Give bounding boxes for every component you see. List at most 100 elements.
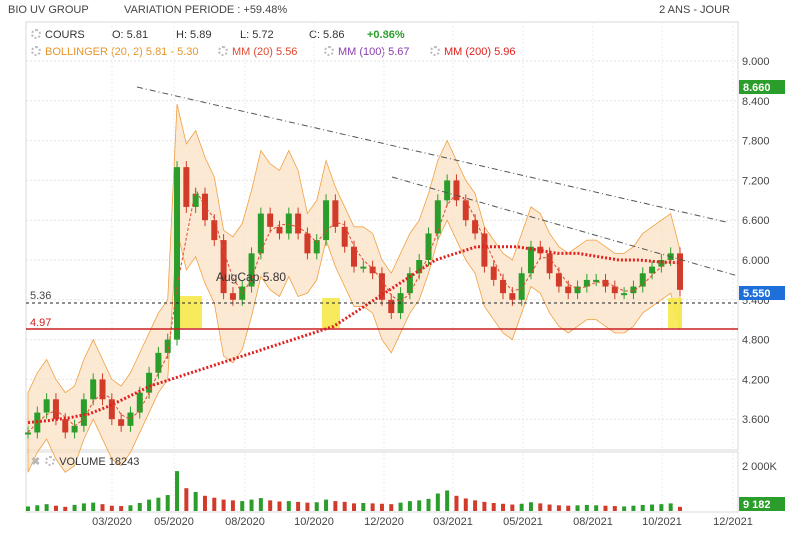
volume-bar (63, 506, 68, 511)
volume-bar (352, 503, 356, 511)
x-tick-label: 05/2020 (154, 516, 194, 528)
volume-bar (510, 504, 515, 511)
volume-bars (26, 471, 682, 511)
volume-bar (147, 499, 152, 511)
x-tick-label: 03/2020 (92, 516, 132, 528)
volume-bar (156, 497, 161, 511)
close-icon[interactable]: ✖ (31, 456, 40, 468)
volume-bar (389, 504, 394, 511)
volume-bar (668, 503, 673, 511)
candle-body (267, 213, 274, 227)
volume-bar (454, 495, 459, 511)
volume-bar (72, 504, 77, 511)
volume-bar (165, 495, 170, 511)
candle-body (639, 273, 646, 287)
candle-body (472, 220, 479, 234)
bollinger-band (27, 104, 681, 473)
candle-body (183, 167, 190, 207)
volume-bar (370, 503, 375, 511)
volume-bar (659, 504, 664, 511)
volume-bar (286, 501, 291, 511)
volume-bar (44, 504, 49, 511)
candle-body (527, 246, 534, 274)
volume-bar (519, 503, 524, 511)
candle-body (593, 279, 600, 282)
volume-bar (556, 505, 561, 511)
candle-body (490, 266, 497, 280)
volume-bar (212, 497, 217, 511)
candle-body (518, 273, 525, 300)
volume-bar (221, 499, 226, 511)
highlight-zone (180, 296, 202, 328)
candle-body (425, 233, 432, 260)
y-axis: 9.0008.4007.8007.2006.6006.0005.4004.800… (742, 56, 778, 473)
candle-body (555, 273, 562, 287)
candle-body (677, 253, 683, 290)
volume-bar (501, 503, 506, 511)
candle-body (127, 412, 134, 426)
candle-body (80, 399, 87, 426)
candle-body (481, 233, 488, 267)
candle-body (360, 266, 367, 269)
volume-bar (650, 504, 655, 511)
candle-body (211, 220, 218, 241)
x-tick-label: 08/2021 (573, 516, 613, 528)
volume-bar (240, 501, 245, 511)
volume-bar (342, 501, 347, 511)
candle-body (43, 399, 50, 413)
volume-bar (482, 501, 487, 511)
volume-bar (296, 501, 301, 511)
x-tick-label: 05/2021 (503, 516, 543, 528)
candle-body (71, 425, 78, 433)
y-tick-label: 6.600 (742, 215, 770, 227)
candle-body (565, 286, 572, 294)
y-tick-label: 3.600 (742, 414, 770, 426)
volume-bar (426, 498, 431, 511)
volume-bar (417, 500, 422, 511)
candle-body (257, 213, 264, 254)
volume-bar (594, 505, 599, 511)
x-tick-label: 10/2021 (642, 516, 682, 528)
candle-body (509, 293, 516, 300)
volume-bar (361, 503, 366, 511)
candle-body (174, 167, 181, 340)
volume-bar (678, 506, 682, 511)
volume-bar (100, 504, 105, 511)
candle-body (444, 180, 451, 201)
volume-bar (473, 500, 478, 511)
x-tick-label: 12/2021 (713, 516, 753, 528)
candle-body (52, 399, 59, 420)
last-price-label: 5.550 (743, 288, 771, 300)
candle-body (285, 213, 292, 234)
x-tick-label: 10/2020 (294, 516, 334, 528)
level-497-label: 4.97 (30, 317, 51, 329)
y-tick-label: 4.200 (742, 374, 770, 386)
y-tick-label: 7.200 (742, 175, 770, 187)
chart-svg[interactable]: 9.0008.4007.8007.2006.6006.0005.4004.800… (0, 0, 790, 534)
candle-body (649, 266, 656, 274)
y-tick-label: 4.800 (742, 335, 770, 347)
candle-body (229, 293, 236, 300)
gear-icon[interactable] (45, 456, 56, 466)
volume-bar (538, 503, 543, 511)
candle-body (62, 419, 69, 433)
volume-bar (81, 503, 86, 511)
volume-bar (230, 500, 235, 511)
volume-bar (193, 492, 198, 511)
candle-body (295, 213, 302, 234)
y-tick-label: 6.000 (742, 255, 770, 267)
volume-label: VOLUME (59, 456, 106, 468)
volume-bar (175, 471, 180, 511)
candle-body (220, 240, 227, 294)
candle-body (369, 266, 376, 274)
y-tick-label: 9.000 (742, 56, 770, 68)
volume-bar (128, 505, 133, 511)
legend-volume[interactable]: ✖ VOLUME 18243 (31, 455, 139, 468)
volume-bar (398, 502, 403, 511)
volume-bar (407, 501, 412, 511)
y-tick-label: 8.400 (742, 96, 770, 108)
period-high-label: 8.660 (743, 82, 771, 94)
volume-value: 18243 (108, 456, 140, 468)
volume-bar (324, 499, 329, 511)
volume-bar (622, 506, 627, 511)
